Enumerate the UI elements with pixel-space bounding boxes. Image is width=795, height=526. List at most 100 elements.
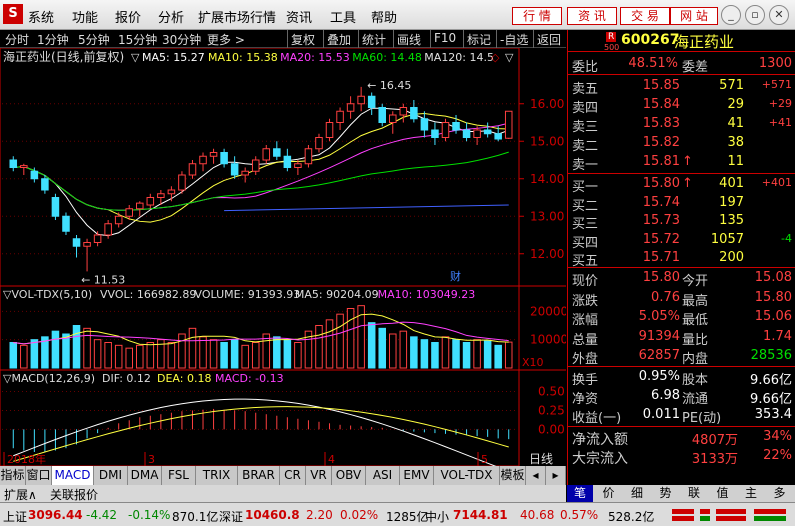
related-quote-tab[interactable]: 关联报价	[50, 486, 98, 503]
candle-body[interactable]	[294, 163, 302, 168]
candle-body[interactable]	[431, 129, 439, 138]
candle-body[interactable]	[72, 238, 81, 247]
top-nav-button[interactable]: 行 情	[512, 7, 562, 25]
candle-body[interactable]	[494, 133, 502, 140]
candle-body[interactable]	[220, 152, 228, 165]
candle-body[interactable]	[283, 155, 292, 168]
candle-body[interactable]	[51, 197, 60, 217]
quote-tab[interactable]: 价	[596, 485, 622, 502]
candle-body[interactable]	[146, 197, 155, 206]
candle-body[interactable]	[420, 118, 429, 131]
indicator-tab[interactable]: BRAR	[238, 466, 280, 485]
tab-scroll-right-icon[interactable]: ▸	[546, 466, 566, 485]
candle-body[interactable]	[441, 122, 450, 138]
indicator-tab[interactable]: EMV	[400, 466, 434, 485]
indicator-tab[interactable]: 窗口	[26, 466, 52, 485]
quote-tab[interactable]: 笔	[567, 485, 593, 502]
candle-body[interactable]	[114, 215, 123, 225]
finance-marker[interactable]: 财	[450, 269, 461, 283]
candle-body[interactable]	[504, 110, 513, 139]
indicator-tab[interactable]: FSL	[162, 466, 196, 485]
candle-body[interactable]	[262, 148, 271, 161]
indicator-tab[interactable]: TRIX	[196, 466, 238, 485]
toolbar-button[interactable]: 复权	[291, 31, 315, 48]
candle-body[interactable]	[389, 114, 397, 123]
toolbar-button[interactable]: 标记	[467, 31, 491, 48]
kline-chart[interactable]: 16.0015.0014.0013.0012.00海正药业(日线,前复权) ▽ MA…	[0, 48, 566, 466]
menu-item[interactable]: 工具	[330, 7, 356, 26]
candle-body[interactable]	[378, 107, 386, 123]
menu-item[interactable]: 报价	[115, 7, 141, 26]
quote-tab[interactable]: 细	[624, 485, 650, 502]
menu-item[interactable]: 帮助	[371, 7, 397, 26]
candle-body[interactable]	[367, 95, 376, 108]
minimize-icon[interactable]: _	[721, 5, 741, 25]
candle-body[interactable]	[199, 155, 207, 165]
candle-body[interactable]	[357, 95, 365, 105]
candle-body[interactable]	[251, 159, 260, 172]
toolbar-button[interactable]: 统计	[362, 31, 386, 48]
candle-body[interactable]	[209, 152, 218, 157]
indicator-tab[interactable]: DMI	[94, 466, 128, 485]
tab-scroll-left-icon[interactable]: ◂	[526, 466, 546, 485]
candle-body[interactable]	[241, 170, 249, 176]
toolbar-button[interactable]: 画线	[397, 31, 421, 48]
candle-body[interactable]	[178, 174, 186, 191]
ma-toggle-icon[interactable]: ▽	[131, 51, 140, 64]
indicator-tab[interactable]: VR	[306, 466, 332, 485]
period-tab[interactable]: 15分钟	[118, 31, 157, 48]
indicator-tab[interactable]: ASI	[366, 466, 400, 485]
indicator-tab[interactable]: VOL-TDX	[434, 466, 500, 485]
toolbar-button[interactable]: 叠加	[327, 31, 351, 48]
candle-body[interactable]	[157, 193, 165, 198]
candle-body[interactable]	[125, 208, 133, 217]
indicator-tab[interactable]: 模板	[500, 466, 526, 485]
quote-tab[interactable]: 联	[681, 485, 707, 502]
candle-body[interactable]	[473, 129, 481, 138]
candle-body[interactable]	[41, 178, 49, 191]
top-nav-button[interactable]: 资 讯	[567, 7, 617, 25]
toolbar-button[interactable]: F10	[434, 31, 456, 45]
quote-tab[interactable]: 值	[710, 485, 736, 502]
candle-body[interactable]	[83, 242, 91, 247]
candle-body[interactable]	[452, 122, 460, 131]
period-tab[interactable]: 更多 >	[207, 31, 245, 48]
panel-toggle-icon[interactable]: ▽	[505, 51, 514, 64]
expand-button[interactable]: 扩展∧	[4, 486, 37, 503]
candle-body[interactable]	[336, 110, 344, 123]
restore-icon[interactable]: ▫	[745, 5, 765, 25]
period-tab[interactable]: 5分钟	[78, 31, 110, 48]
candle-body[interactable]	[9, 159, 18, 168]
quote-tab[interactable]: 主	[738, 485, 764, 502]
indicator-tab[interactable]: DMA	[128, 466, 162, 485]
quote-tab[interactable]: 势	[653, 485, 679, 502]
candle-body[interactable]	[104, 223, 112, 236]
top-nav-button[interactable]: 交 易	[620, 7, 670, 25]
indicator-tab[interactable]: MACD	[52, 466, 94, 485]
candle-body[interactable]	[483, 129, 492, 135]
candle-body[interactable]	[20, 165, 28, 168]
candle-body[interactable]	[167, 189, 176, 195]
candle-body[interactable]	[62, 215, 70, 232]
candle-body[interactable]	[399, 107, 408, 116]
period-tab[interactable]: 30分钟	[162, 31, 201, 48]
candle-body[interactable]	[462, 129, 471, 138]
candle-body[interactable]	[93, 234, 102, 243]
candle-body[interactable]	[273, 148, 281, 157]
indicator-tab[interactable]: CR	[280, 466, 306, 485]
close-icon[interactable]: ✕	[769, 5, 789, 25]
toolbar-button[interactable]: -自选	[500, 31, 528, 48]
quote-tab[interactable]: 多	[767, 485, 793, 502]
indicator-tab[interactable]: OBV	[332, 466, 366, 485]
candle-body[interactable]	[325, 122, 334, 138]
candle-body[interactable]	[136, 202, 144, 210]
candle-body[interactable]	[346, 103, 355, 112]
candle-body[interactable]	[315, 137, 323, 150]
candle-body[interactable]	[188, 163, 197, 176]
indicator-tab[interactable]: 指标	[0, 466, 26, 485]
toolbar-button[interactable]: 返回	[537, 31, 561, 48]
menu-item[interactable]: 系统	[28, 7, 54, 26]
candle-body[interactable]	[30, 170, 39, 180]
candle-body[interactable]	[230, 163, 239, 176]
period-tab[interactable]: 分时	[5, 31, 29, 48]
